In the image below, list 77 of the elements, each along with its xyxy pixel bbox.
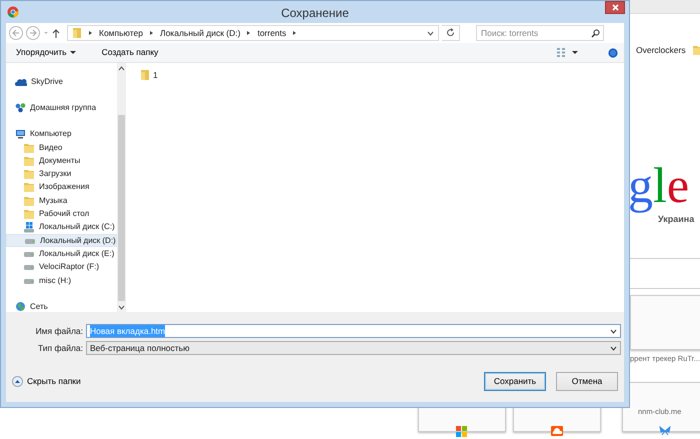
nav-item[interactable]: Локальный диск (E:): [6, 247, 117, 261]
nav-item[interactable]: Сеть: [6, 300, 117, 314]
chevron-icon[interactable]: [88, 30, 93, 36]
file-item[interactable]: 1: [140, 69, 610, 82]
logo-subtitle: Украина: [658, 213, 694, 226]
scroll-down-icon[interactable]: [118, 305, 125, 310]
chevron-icon[interactable]: [292, 30, 298, 36]
folder-icon: [23, 194, 35, 207]
nav-item[interactable]: Документы: [6, 154, 117, 168]
nav-item[interactable]: Домашняя группа: [6, 101, 117, 115]
page-thumbnail[interactable]: [630, 295, 700, 350]
nav-item[interactable]: Видео: [6, 140, 117, 154]
nav-item[interactable]: Рабочий стол: [6, 207, 117, 221]
folder-icon: [140, 69, 150, 82]
close-icon: [612, 4, 618, 12]
folder-icon: [23, 142, 35, 154]
nav-item[interactable]: VelociRaptor (F:): [6, 260, 117, 274]
folder-icon: [23, 168, 35, 180]
scrollbar-thumb[interactable]: [118, 115, 125, 301]
folder-icon: [23, 181, 35, 194]
up-arrow-icon[interactable]: [52, 28, 60, 38]
chevron-icon[interactable]: [149, 30, 154, 36]
view-icon: [557, 48, 567, 57]
scrollbar[interactable]: [116, 63, 126, 312]
address-bar[interactable]: Компьютер Локальный диск (D:) torrents: [67, 25, 439, 41]
cloud-icon: [15, 76, 27, 87]
folder-icon: [23, 208, 35, 220]
nav-item[interactable]: misc (H:): [6, 274, 117, 288]
drive-icon: [24, 236, 36, 245]
caret-icon: [70, 50, 76, 55]
nav-item[interactable]: Изображения: [6, 180, 117, 194]
windows-icon: [456, 426, 467, 437]
close-button[interactable]: [605, 1, 625, 14]
nav-item[interactable]: Загрузки: [6, 167, 117, 181]
drive-icon: [23, 222, 35, 233]
refresh-button[interactable]: [442, 25, 460, 41]
homegroup-icon: [15, 102, 26, 114]
dropdown-icon: [610, 328, 617, 334]
nav-item[interactable]: Локальный диск (C:): [6, 220, 117, 234]
caret-icon: [572, 50, 578, 54]
file-type-select[interactable]: Веб-страница полностью: [86, 341, 621, 355]
hide-folders-button[interactable]: Скрыть папки: [12, 375, 81, 388]
refresh-icon: [446, 28, 455, 38]
computer-icon: [15, 129, 26, 140]
page-thumbnail[interactable]: [622, 382, 700, 432]
drive-icon: [23, 263, 35, 272]
chrome-icon: [7, 6, 19, 18]
breadcrumb-item[interactable]: Компьютер: [99, 26, 143, 40]
folder-icon: [23, 154, 35, 167]
search-field[interactable]: Поиск: torrents: [476, 25, 604, 41]
network-icon: [15, 301, 26, 312]
new-folder-button[interactable]: Создать папку: [98, 45, 162, 60]
folder-icon: [72, 27, 82, 39]
bookmark-link[interactable]: Overclockers: [636, 44, 686, 57]
save-button[interactable]: Сохранить: [484, 372, 546, 391]
forward-arrow-icon: [29, 28, 37, 37]
nav-item[interactable]: Компьютер: [6, 128, 117, 141]
organize-button[interactable]: Упорядочить: [12, 45, 80, 60]
drive-icon: [23, 276, 35, 284]
window-title: Сохранение: [281, 6, 349, 20]
nav-item[interactable]: SkyDrive: [6, 75, 117, 88]
butterfly-icon: [658, 426, 670, 436]
field-label: Имя файла:: [34, 324, 84, 338]
collapse-icon: [12, 376, 23, 387]
back-arrow-icon: [12, 28, 20, 37]
dropdown-icon: [610, 346, 617, 350]
dropdown-icon[interactable]: [427, 30, 434, 36]
nav-item[interactable]: Локальный диск (D:): [6, 234, 117, 248]
nav-item[interactable]: Музыка: [6, 194, 117, 208]
breadcrumb-item[interactable]: torrents: [257, 26, 286, 40]
cancel-button[interactable]: Отмена: [556, 372, 618, 391]
field-label: Тип файла:: [36, 342, 84, 354]
scroll-up-icon[interactable]: [118, 66, 125, 71]
folder-icon: [692, 44, 700, 56]
drive-icon: [23, 250, 35, 258]
chevron-icon[interactable]: [246, 30, 252, 36]
breadcrumb-item[interactable]: Локальный диск (D:): [160, 26, 240, 40]
